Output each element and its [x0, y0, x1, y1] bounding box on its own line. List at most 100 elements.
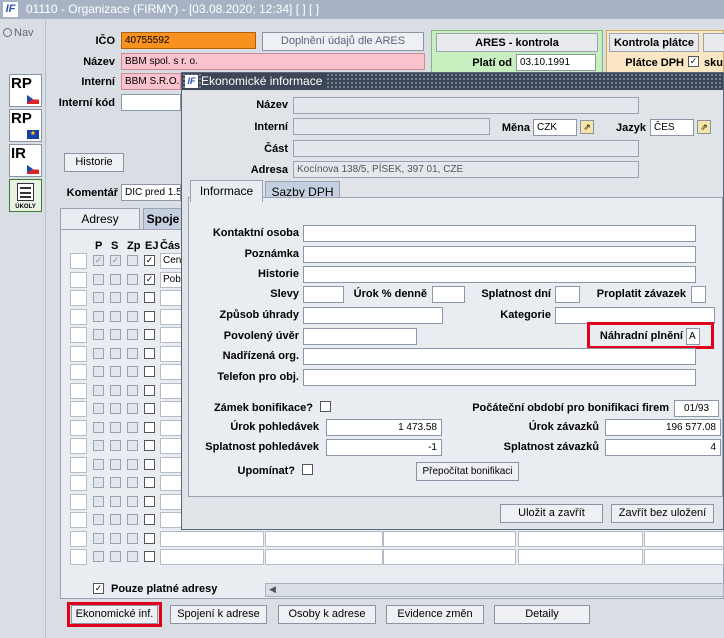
row-ej-checkbox[interactable]: [144, 329, 155, 340]
row-s-checkbox[interactable]: [110, 459, 121, 470]
horizontal-scrollbar[interactable]: ◀: [265, 583, 724, 597]
historie-field[interactable]: [303, 266, 696, 283]
row-s-checkbox[interactable]: [110, 329, 121, 340]
row-selector[interactable]: [70, 309, 87, 325]
row-zp-checkbox[interactable]: [127, 422, 138, 433]
row-ej-checkbox[interactable]: [144, 533, 155, 544]
row-ej-checkbox[interactable]: [144, 422, 155, 433]
row-cast-cell[interactable]: [160, 531, 264, 547]
row-zp-checkbox[interactable]: [127, 496, 138, 507]
row-selector[interactable]: [70, 253, 87, 269]
row-p-checkbox[interactable]: [93, 496, 104, 507]
row-selector[interactable]: [70, 272, 87, 288]
row-p-checkbox[interactable]: [93, 385, 104, 396]
row-s-checkbox[interactable]: [110, 385, 121, 396]
tab-adresy[interactable]: Adresy: [60, 208, 140, 229]
rp-cz-button[interactable]: RP: [9, 74, 42, 107]
proplatit-zavazek-field[interactable]: [691, 286, 706, 303]
rp-eu-button[interactable]: RP ★: [9, 109, 42, 142]
row-p-checkbox[interactable]: [93, 514, 104, 525]
row-ej-checkbox[interactable]: [144, 311, 155, 322]
row-s-checkbox[interactable]: [110, 366, 121, 377]
mena-lookup-icon[interactable]: ⇗: [580, 120, 594, 134]
only-valid-checkbox[interactable]: ✓: [93, 583, 104, 594]
row-p-checkbox[interactable]: [93, 311, 104, 322]
row-cell[interactable]: [644, 549, 724, 565]
row-s-checkbox[interactable]: [110, 440, 121, 451]
row-p-checkbox[interactable]: [93, 292, 104, 303]
row-selector[interactable]: [70, 364, 87, 380]
row-zp-checkbox[interactable]: [127, 533, 138, 544]
zamek-bonifikace-checkbox[interactable]: [320, 401, 331, 412]
row-ej-checkbox[interactable]: [144, 514, 155, 525]
row-zp-checkbox[interactable]: [127, 514, 138, 525]
row-selector[interactable]: [70, 438, 87, 454]
row-ej-checkbox[interactable]: [144, 348, 155, 359]
row-zp-checkbox[interactable]: [127, 440, 138, 451]
row-selector[interactable]: [70, 401, 87, 417]
row-s-checkbox[interactable]: [110, 403, 121, 414]
row-ej-checkbox[interactable]: [144, 477, 155, 488]
kontaktni-osoba-field[interactable]: [303, 225, 696, 242]
row-s-checkbox[interactable]: [110, 533, 121, 544]
row-selector[interactable]: [70, 531, 87, 547]
row-s-checkbox[interactable]: ✓: [110, 255, 121, 266]
row-cell[interactable]: [518, 531, 643, 547]
row-selector[interactable]: [70, 327, 87, 343]
platce-dph-checkbox[interactable]: ✓: [688, 56, 699, 67]
row-zp-checkbox[interactable]: [127, 477, 138, 488]
row-ej-checkbox[interactable]: [144, 459, 155, 470]
ulozit-zavrit-button[interactable]: Uložit a zavřít: [500, 504, 603, 523]
row-p-checkbox[interactable]: [93, 551, 104, 562]
row-cell[interactable]: [383, 549, 516, 565]
row-p-checkbox[interactable]: [93, 366, 104, 377]
row-p-checkbox[interactable]: ✓: [93, 255, 104, 266]
nadrizena-org-field[interactable]: [303, 348, 696, 365]
row-zp-checkbox[interactable]: [127, 274, 138, 285]
row-p-checkbox[interactable]: [93, 440, 104, 451]
row-zp-checkbox[interactable]: [127, 385, 138, 396]
zavrit-bez-ulozeni-button[interactable]: Zavřít bez uložení: [611, 504, 714, 523]
row-s-checkbox[interactable]: [110, 514, 121, 525]
tasks-button[interactable]: ÚKOLY: [9, 179, 42, 212]
poznamka-field[interactable]: [303, 246, 696, 263]
row-zp-checkbox[interactable]: [127, 459, 138, 470]
osoby-button[interactable]: Osoby k adrese: [278, 605, 376, 624]
row-s-checkbox[interactable]: [110, 496, 121, 507]
ir-cz-button[interactable]: IR: [9, 144, 42, 177]
row-selector[interactable]: [70, 383, 87, 399]
row-cell[interactable]: [265, 531, 383, 547]
ekonomicke-inf-button[interactable]: Ekonomické inf.: [71, 605, 158, 624]
row-selector[interactable]: [70, 290, 87, 306]
interni-kod-field[interactable]: [121, 94, 181, 111]
row-ej-checkbox[interactable]: [144, 366, 155, 377]
row-zp-checkbox[interactable]: [127, 255, 138, 266]
row-ej-checkbox[interactable]: [144, 551, 155, 562]
row-ej-checkbox[interactable]: [144, 292, 155, 303]
interni-field[interactable]: BBM S.R.O.: [121, 73, 181, 90]
tab-informace[interactable]: Informace: [190, 180, 263, 202]
row-selector[interactable]: [70, 475, 87, 491]
splatnost-dni-field[interactable]: [555, 286, 580, 303]
nahradni-plneni-field[interactable]: A: [686, 328, 700, 345]
row-zp-checkbox[interactable]: [127, 366, 138, 377]
row-s-checkbox[interactable]: [110, 274, 121, 285]
row-ej-checkbox[interactable]: [144, 385, 155, 396]
row-p-checkbox[interactable]: [93, 477, 104, 488]
spojeni-button[interactable]: Spojení k adrese: [170, 605, 267, 624]
jazyk-field[interactable]: ČES: [650, 119, 694, 136]
row-p-checkbox[interactable]: [93, 274, 104, 285]
row-ej-checkbox[interactable]: ✓: [144, 255, 155, 266]
evidence-button[interactable]: Evidence změn: [386, 605, 484, 624]
row-zp-checkbox[interactable]: [127, 292, 138, 303]
komentar-field[interactable]: DIC pred 1.5: [121, 184, 181, 201]
row-s-checkbox[interactable]: [110, 292, 121, 303]
row-p-checkbox[interactable]: [93, 422, 104, 433]
ico-field[interactable]: 40755592: [121, 32, 256, 49]
row-ej-checkbox[interactable]: ✓: [144, 274, 155, 285]
row-s-checkbox[interactable]: [110, 348, 121, 359]
ares-fill-button[interactable]: Doplnění údajů dle ARES: [262, 32, 424, 51]
row-cast-cell[interactable]: [160, 549, 264, 565]
row-p-checkbox[interactable]: [93, 533, 104, 544]
row-p-checkbox[interactable]: [93, 459, 104, 470]
